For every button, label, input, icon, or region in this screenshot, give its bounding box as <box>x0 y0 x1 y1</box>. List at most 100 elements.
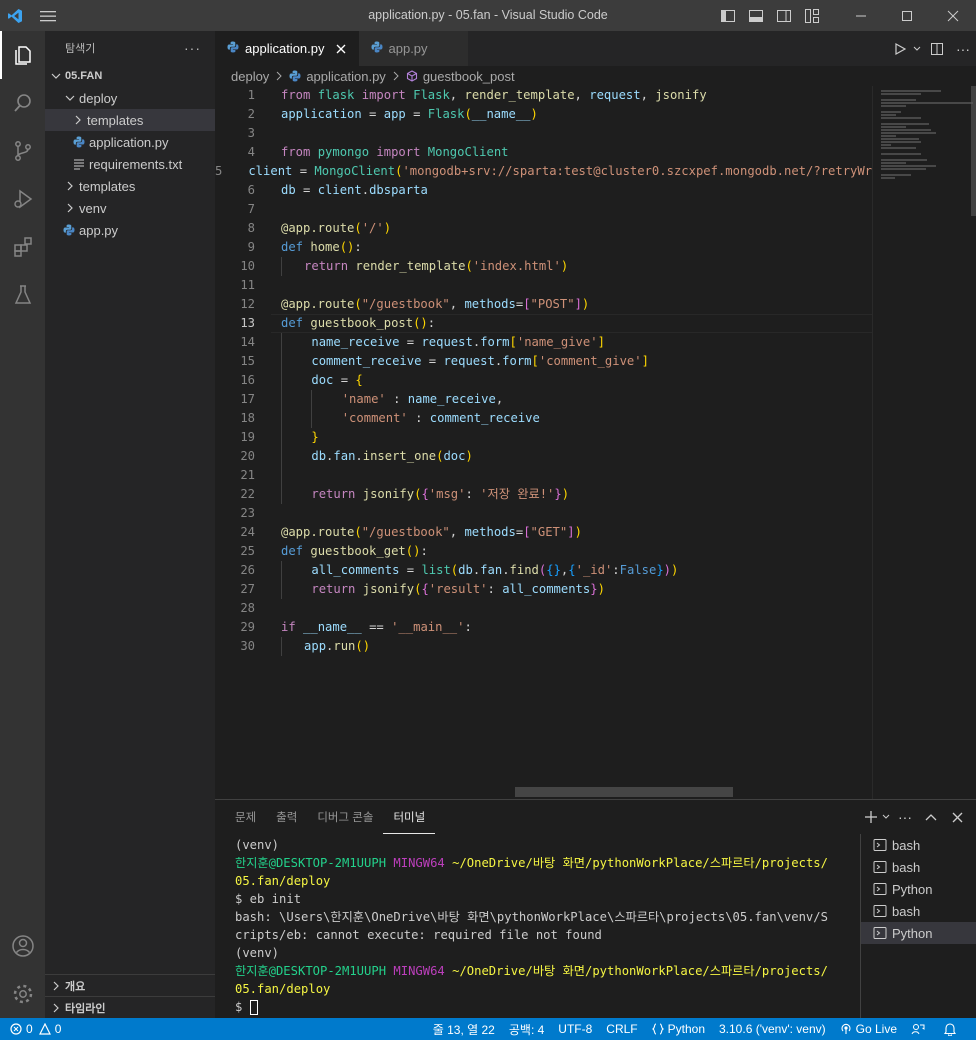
tree-item-templates[interactable]: templates <box>45 175 215 197</box>
account-icon[interactable] <box>0 922 45 970</box>
problems-status[interactable]: 0 0 <box>10 1022 68 1036</box>
notifications-bell-icon[interactable] <box>936 1022 968 1036</box>
terminal-list: bash bash Python bash Python <box>860 834 976 1019</box>
end-of-line[interactable]: CRLF <box>599 1022 644 1036</box>
feedback-icon[interactable] <box>904 1022 936 1036</box>
toggle-secondary-sidebar-icon[interactable] <box>770 0 798 31</box>
code-line: 7 <box>247 202 255 216</box>
tree-item-venv[interactable]: venv <box>45 197 215 219</box>
code-line: 2 application = app = Flask(__name__) <box>247 107 538 121</box>
error-icon <box>10 1023 22 1035</box>
tree-item-deploy[interactable]: deploy <box>45 87 215 109</box>
terminal-instance[interactable]: bash <box>861 834 976 856</box>
go-live-button[interactable]: Go Live <box>833 1022 904 1036</box>
breadcrumb-file[interactable]: application.py <box>306 69 386 84</box>
testing-icon[interactable] <box>0 271 45 319</box>
tree-item-label: requirements.txt <box>89 156 183 172</box>
code-line: 27​ return jsonify({'result': all_commen… <box>215 580 872 599</box>
code-line: 23 <box>240 506 255 520</box>
timeline-section[interactable]: 타임라인 <box>45 996 215 1018</box>
customize-layout-icon[interactable] <box>798 0 826 31</box>
terminal-output[interactable]: (venv) 한지훈@DESKTOP-2M1UUPH MINGW64 ~/One… <box>235 836 855 1016</box>
terminal-input-line[interactable]: $ <box>235 998 855 1016</box>
new-terminal-icon[interactable] <box>862 800 880 834</box>
title-bar: application.py - 05.fan - Visual Studio … <box>0 0 976 31</box>
toggle-sidebar-icon[interactable] <box>714 0 742 31</box>
close-icon[interactable] <box>333 44 349 54</box>
chevron-down-icon[interactable] <box>880 800 892 834</box>
tab-problems[interactable]: 문제 <box>225 800 266 834</box>
more-actions-icon[interactable]: ··· <box>184 40 201 56</box>
close-panel-icon[interactable] <box>944 800 970 834</box>
code-line: 9 def home(): <box>247 240 362 254</box>
chevron-right-icon <box>63 203 77 213</box>
terminal-line: (venv) <box>235 946 280 960</box>
terminal-instance[interactable]: bash <box>861 900 976 922</box>
run-debug-icon[interactable] <box>0 175 45 223</box>
maximize-panel-icon[interactable] <box>918 800 944 834</box>
tab-app-py[interactable]: app.py <box>358 31 468 66</box>
terminal-label: Python <box>892 925 933 941</box>
tab-label: app.py <box>388 41 428 56</box>
code-line: 8 @app.route('/') <box>247 221 392 235</box>
code-editor[interactable]: 1 from flask import Flask, render_templat… <box>215 86 872 799</box>
run-file-icon[interactable] <box>890 31 910 66</box>
tree-item-application-py[interactable]: application.py <box>45 131 215 153</box>
tab-application-py[interactable]: application.py <box>215 31 359 66</box>
minimap-slider[interactable] <box>971 86 976 216</box>
workspace-root[interactable]: 05.FAN <box>45 65 215 87</box>
extensions-icon[interactable] <box>0 223 45 271</box>
tab-terminal[interactable]: 터미널 <box>383 800 436 834</box>
chevron-down-icon[interactable] <box>910 31 924 66</box>
horizontal-scrollbar[interactable] <box>515 787 733 797</box>
close-button[interactable] <box>930 0 976 31</box>
timeline-label: 타임라인 <box>65 1002 106 1015</box>
toggle-panel-icon[interactable] <box>742 0 770 31</box>
warning-count: 0 <box>54 1022 62 1036</box>
tree-item-label: deploy <box>79 90 118 106</box>
explorer-icon[interactable] <box>0 31 45 79</box>
code-line: 4 from pymongo import MongoClient <box>247 145 509 159</box>
chevron-right-icon <box>392 69 400 84</box>
encoding[interactable]: UTF-8 <box>551 1022 599 1036</box>
tree-item-requirements-txt[interactable]: requirements.txt <box>45 153 215 175</box>
tab-debug-console[interactable]: 디버그 콘솔 <box>307 800 383 834</box>
terminal-line: 05.fan/deploy <box>235 874 331 888</box>
terminal-instance[interactable]: Python <box>861 922 976 944</box>
terminal-line: cripts/eb: cannot execute: required file… <box>235 928 602 942</box>
indentation[interactable]: 공백: 4 <box>502 1021 551 1038</box>
terminal-instance[interactable]: bash <box>861 856 976 878</box>
code-line: 18​ ​ 'comment' : comment_receive <box>215 409 872 428</box>
status-bar: 0 0 줄 13, 열 22 공백: 4 UTF-8 CRLF Python 3… <box>0 1018 976 1040</box>
menu-icon[interactable] <box>30 0 66 31</box>
settings-gear-icon[interactable] <box>0 970 45 1018</box>
tree-item-app-py[interactable]: app.py <box>45 219 215 241</box>
tree-item-label: application.py <box>89 134 169 150</box>
outline-section[interactable]: 개요 <box>45 974 215 996</box>
code-line: 28 <box>240 601 255 615</box>
split-editor-icon[interactable] <box>924 31 950 66</box>
activity-bar <box>0 31 45 1018</box>
cursor-position[interactable]: 줄 13, 열 22 <box>426 1021 502 1038</box>
minimap[interactable] <box>872 86 976 799</box>
chevron-right-icon <box>63 181 77 191</box>
python-interpreter[interactable]: 3.10.6 ('venv': venv) <box>712 1022 833 1036</box>
more-actions-icon[interactable]: ··· <box>950 31 976 66</box>
code-line: 16​ doc = { <box>215 371 872 390</box>
chevron-right-icon <box>275 69 283 84</box>
workspace-root-label: 05.FAN <box>65 70 103 82</box>
language-mode[interactable]: Python <box>645 1022 712 1036</box>
breadcrumb-folder[interactable]: deploy <box>231 69 269 84</box>
tab-output[interactable]: 출력 <box>266 800 307 834</box>
terminal-instance[interactable]: Python <box>861 878 976 900</box>
source-control-icon[interactable] <box>0 127 45 175</box>
bottom-panel: 문제 출력 디버그 콘솔 터미널 ··· (venv) 한지훈@DESKTOP-… <box>215 799 976 1019</box>
tree-item-templates-deploy[interactable]: templates <box>45 109 215 131</box>
minimize-button[interactable] <box>838 0 884 31</box>
search-icon[interactable] <box>0 79 45 127</box>
breadcrumb-symbol[interactable]: guestbook_post <box>423 69 515 84</box>
braces-icon <box>651 1023 664 1035</box>
chevron-right-icon <box>49 1003 63 1013</box>
maximize-button[interactable] <box>884 0 930 31</box>
more-actions-icon[interactable]: ··· <box>892 800 918 834</box>
